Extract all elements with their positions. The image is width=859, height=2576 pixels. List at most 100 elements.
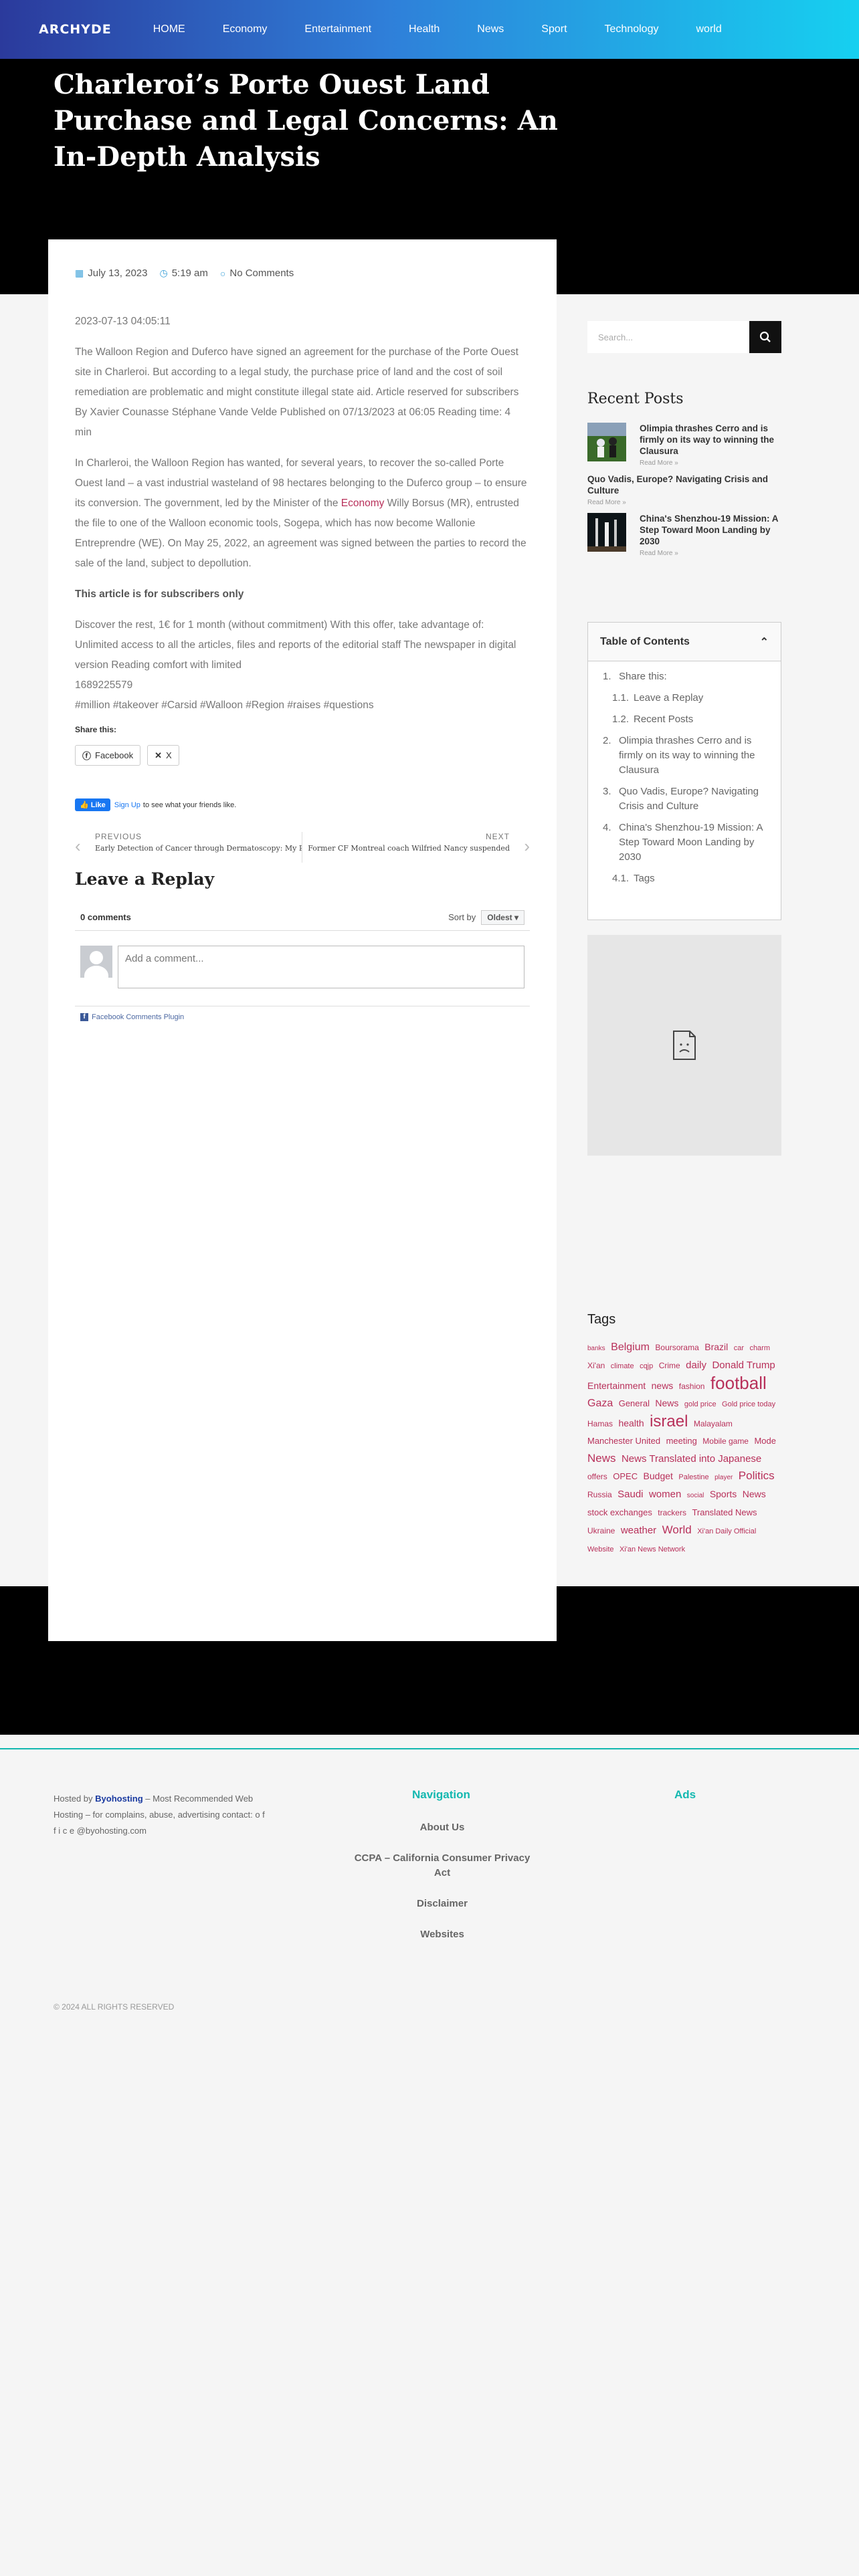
tag-link[interactable]: cqjp <box>640 1362 653 1370</box>
tag-link[interactable]: Belgium <box>611 1341 650 1353</box>
toc-item[interactable]: 4. China's Shenzhou-19 Mission: A Step To… <box>603 821 766 865</box>
toc-header[interactable]: Table of Contents ⌃ <box>588 623 781 661</box>
fb-plugin-link[interactable]: f Facebook Comments Plugin <box>75 1006 530 1021</box>
tag-link[interactable]: Mobile game <box>702 1436 749 1446</box>
toc-item[interactable]: 1. Share this: <box>603 669 766 684</box>
tag-link[interactable]: charm <box>749 1344 770 1352</box>
comment-input[interactable]: Add a comment... <box>118 946 524 988</box>
tag-link[interactable]: player <box>714 1474 733 1481</box>
search-button[interactable] <box>749 321 781 353</box>
toc-item[interactable]: 4.1. Tags <box>603 871 766 886</box>
footer-link-disclaimer[interactable]: Disclaimer <box>345 1897 539 1911</box>
tag-link[interactable]: Manchester United <box>587 1436 660 1446</box>
tag-link[interactable]: meeting <box>666 1436 697 1446</box>
tag-link[interactable]: OPEC <box>613 1471 638 1481</box>
tag-link[interactable]: Gaza <box>587 1398 613 1409</box>
tag-link[interactable]: Xi'an News Network <box>619 1545 685 1553</box>
meta-date[interactable]: ▦ July 13, 2023 <box>75 267 147 279</box>
tag-link[interactable]: Entertainment <box>587 1380 646 1391</box>
tag-link[interactable]: Malayalam <box>694 1419 733 1428</box>
tag-link[interactable]: Saudi <box>617 1489 643 1500</box>
chevron-up-icon[interactable]: ⌃ <box>760 635 769 649</box>
article-hashtags: #million #takeover #Carsid #Walloon #Reg… <box>75 700 374 711</box>
tag-link[interactable]: Palestine <box>678 1473 708 1481</box>
tag-link[interactable]: weather <box>621 1525 656 1536</box>
article-card: ▦ July 13, 2023 ◷ 5:19 am ○ No Comments … <box>48 239 557 1641</box>
tag-link[interactable]: Donald Trump <box>712 1360 775 1371</box>
tag-link[interactable]: israel <box>650 1412 688 1430</box>
recent-post-item[interactable]: China's Shenzhou-19 Mission: A Step Towa… <box>587 513 781 557</box>
read-more-link[interactable]: Read More » <box>640 550 781 557</box>
toc-item[interactable]: 1.1. Leave a Replay <box>603 691 766 706</box>
article-id: 1689225579 <box>75 679 133 691</box>
next-post-link[interactable]: › NEXT Former CF Montreal coach Wilfried… <box>302 832 530 863</box>
toc-item[interactable]: 2. Olimpia thrashes Cerro and is firmly o… <box>603 734 766 778</box>
toc-item[interactable]: 3. Quo Vadis, Europe? Navigating Crisis a… <box>603 784 766 814</box>
footer-link-ccpa[interactable]: CCPA – California Consumer Privacy Act <box>345 1851 539 1881</box>
site-logo[interactable]: ARCHYDE <box>39 22 112 37</box>
tag-link[interactable]: daily <box>686 1360 706 1371</box>
recent-post-title[interactable]: Quo Vadis, Europe? Navigating Crisis and… <box>587 473 781 496</box>
nav-sport[interactable]: Sport <box>541 23 567 35</box>
footer-link-about[interactable]: About Us <box>345 1820 539 1835</box>
tag-link[interactable]: Hamas <box>587 1419 613 1428</box>
tag-link[interactable]: health <box>618 1418 644 1428</box>
economy-link[interactable]: Economy <box>341 498 385 509</box>
tag-link[interactable]: news <box>652 1380 674 1391</box>
nav-technology[interactable]: Technology <box>605 23 659 35</box>
tag-link[interactable]: social <box>687 1492 704 1499</box>
nav-home[interactable]: HOME <box>153 23 185 35</box>
tag-link[interactable]: News <box>655 1398 678 1408</box>
tag-link[interactable]: General <box>619 1398 650 1408</box>
tag-link[interactable]: climate <box>611 1362 634 1370</box>
tag-link[interactable]: Sports <box>710 1489 737 1499</box>
tag-link[interactable]: World <box>662 1523 692 1536</box>
tag-link[interactable]: women <box>649 1489 681 1500</box>
previous-post-link[interactable]: ‹ PREVIOUS Early Detection of Cancer thr… <box>75 832 302 863</box>
tag-link[interactable]: Crime <box>659 1361 680 1370</box>
tag-link[interactable]: Translated News <box>692 1507 757 1517</box>
tag-link[interactable]: Politics <box>739 1469 775 1482</box>
tag-link[interactable]: car <box>734 1344 744 1352</box>
tag-link[interactable]: Russia <box>587 1490 612 1499</box>
tag-link[interactable]: trackers <box>658 1508 686 1517</box>
fb-signup-link[interactable]: Sign Up <box>114 801 140 809</box>
meta-comments[interactable]: ○ No Comments <box>220 267 294 279</box>
tag-link[interactable]: News <box>743 1489 766 1499</box>
recent-post-item[interactable]: Quo Vadis, Europe? Navigating Crisis and… <box>587 473 781 506</box>
tag-link[interactable]: stock exchanges <box>587 1507 652 1517</box>
tag-link[interactable]: Boursorama <box>655 1343 698 1352</box>
toc-item[interactable]: 1.2. Recent Posts <box>603 712 766 727</box>
fb-like-label: Like <box>90 801 106 809</box>
fb-like-button[interactable]: 👍 Like <box>75 798 110 811</box>
tag-link[interactable]: Budget <box>644 1471 673 1481</box>
share-x-button[interactable]: ✕ X <box>147 745 179 766</box>
tag-link[interactable]: Brazil <box>704 1341 728 1352</box>
footer-link-websites[interactable]: Websites <box>345 1927 539 1942</box>
read-more-link[interactable]: Read More » <box>587 499 781 506</box>
nav-health[interactable]: Health <box>409 23 440 35</box>
tag-link[interactable]: News Translated into Japanese <box>622 1453 761 1465</box>
recent-post-title[interactable]: Olimpia thrashes Cerro and is firmly on … <box>640 423 781 457</box>
tag-link[interactable]: Gold price today <box>722 1400 775 1408</box>
tag-link[interactable]: Xi'an <box>587 1361 605 1370</box>
tag-link[interactable]: football <box>710 1373 767 1393</box>
recent-post-item[interactable]: Olimpia thrashes Cerro and is firmly on … <box>587 423 781 467</box>
share-facebook-button[interactable]: ⓕ Facebook <box>75 745 141 766</box>
tag-link[interactable]: offers <box>587 1472 607 1481</box>
read-more-link[interactable]: Read More » <box>640 459 781 467</box>
nav-news[interactable]: News <box>477 23 504 35</box>
tag-link[interactable]: fashion <box>679 1382 705 1391</box>
tag-link[interactable]: Mode <box>754 1436 776 1446</box>
recent-post-title[interactable]: China's Shenzhou-19 Mission: A Step Towa… <box>640 513 781 547</box>
host-link[interactable]: Byohosting <box>95 1794 143 1804</box>
tag-link[interactable]: gold price <box>684 1400 717 1408</box>
tag-link[interactable]: banks <box>587 1345 605 1352</box>
tag-link[interactable]: Ukraine <box>587 1526 615 1535</box>
nav-world[interactable]: world <box>696 23 721 35</box>
search-input[interactable]: Search... <box>587 321 749 353</box>
nav-entertainment[interactable]: Entertainment <box>304 23 371 35</box>
nav-economy[interactable]: Economy <box>223 23 268 35</box>
sort-dropdown[interactable]: Oldest ▾ <box>481 909 524 925</box>
tag-link[interactable]: News <box>587 1452 616 1465</box>
